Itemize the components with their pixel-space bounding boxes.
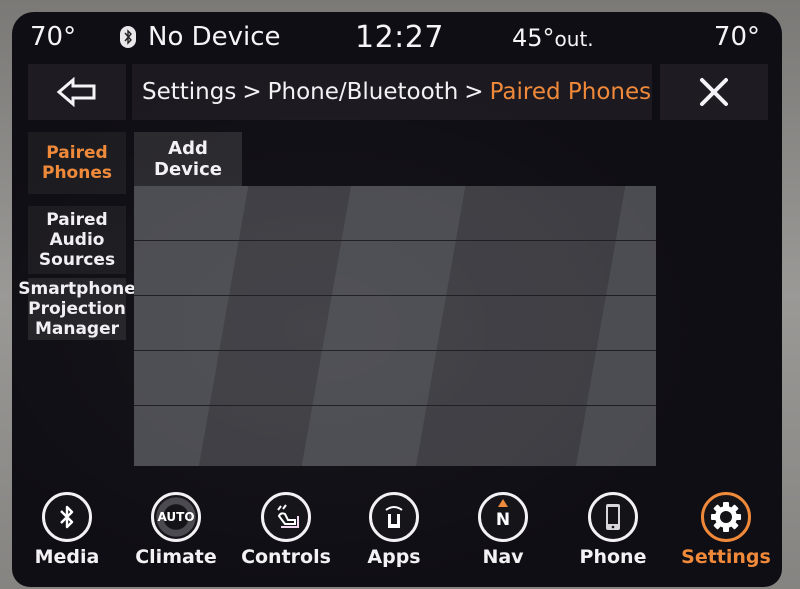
bluetooth-icon xyxy=(60,505,74,529)
breadcrumb-separator: > xyxy=(464,79,484,105)
nav-settings[interactable]: Settings xyxy=(676,488,776,568)
sidebar-item-label: Paired xyxy=(46,143,108,163)
nav-phone-circle xyxy=(588,492,638,542)
list-item[interactable] xyxy=(134,186,656,241)
sidebar-item-paired-phones[interactable]: Paired Phones xyxy=(28,132,126,194)
sidebar-item-label: Phones xyxy=(42,163,112,183)
sidebar-item-label: Sources xyxy=(38,250,116,270)
breadcrumb-paired-phones: Paired Phones xyxy=(489,79,652,105)
breadcrumb-settings: Settings xyxy=(142,79,237,105)
nav-apps-circle xyxy=(369,492,419,542)
gear-icon xyxy=(711,502,741,532)
sidebar-item-label: Paired xyxy=(46,210,108,230)
breadcrumb: Settings > Phone/Bluetooth > Paired Phon… xyxy=(132,64,652,120)
bluetooth-status-text: No Device xyxy=(148,22,281,52)
nav-label: Climate xyxy=(135,546,217,568)
nav-label: Controls xyxy=(241,546,331,568)
bottom-navigation: Media AUTO Climate Controls Apps N Nav P… xyxy=(12,488,782,587)
list-item[interactable] xyxy=(134,241,656,296)
nav-label: Nav xyxy=(482,546,524,568)
add-device-button[interactable]: Add Device xyxy=(134,132,242,186)
outside-temperature: 45°out. xyxy=(512,24,594,52)
list-item[interactable] xyxy=(134,296,656,351)
nav-label: Apps xyxy=(367,546,421,568)
compass-north-icon: N xyxy=(495,510,511,530)
arrow-left-icon xyxy=(56,77,96,107)
north-arrow-icon xyxy=(498,499,508,507)
clock: 12:27 xyxy=(355,20,444,55)
sidebar-item-label: Audio xyxy=(49,230,105,250)
nav-controls[interactable]: Controls xyxy=(236,488,336,568)
sidebar-item-label: Manager xyxy=(34,319,120,339)
sidebar-item-label: Projection xyxy=(28,299,126,319)
add-device-label: Device xyxy=(154,159,222,180)
seat-controls-icon xyxy=(277,504,299,528)
nav-nav-circle: N xyxy=(478,492,528,542)
add-device-label: Add xyxy=(168,138,208,159)
header-bar: Settings > Phone/Bluetooth > Paired Phon… xyxy=(28,64,768,120)
infotainment-screen: 70° No Device 12:27 45°out. 70° Settings… xyxy=(12,12,782,587)
sidebar-item-smartphone-projection-manager[interactable]: Smartphone Projection Manager xyxy=(18,278,136,340)
paired-device-list xyxy=(134,186,656,466)
nav-label: Phone xyxy=(579,546,647,568)
nav-phone[interactable]: Phone xyxy=(563,488,663,568)
driver-temperature[interactable]: 70° xyxy=(30,22,76,52)
nav-media-circle xyxy=(42,492,92,542)
status-bar: 70° No Device 12:27 45°out. 70° xyxy=(12,12,782,64)
sidebar-item-paired-audio-sources[interactable]: Paired Audio Sources xyxy=(28,206,126,274)
sidebar-item-label: Smartphone xyxy=(18,279,136,299)
smartphone-icon xyxy=(606,504,620,530)
outside-temp-suffix: out. xyxy=(554,27,594,51)
uconnect-apps-icon xyxy=(385,506,403,528)
breadcrumb-separator: > xyxy=(242,79,262,105)
bluetooth-icon xyxy=(120,26,136,48)
nav-climate-circle: AUTO xyxy=(151,492,201,542)
nav-settings-circle xyxy=(701,492,751,542)
bluetooth-status: No Device xyxy=(120,22,281,52)
back-button[interactable] xyxy=(28,64,126,120)
list-item[interactable] xyxy=(134,406,656,461)
nav-label: Settings xyxy=(681,546,771,568)
close-button[interactable] xyxy=(660,64,768,120)
climate-auto-icon: AUTO xyxy=(157,510,195,524)
nav-controls-circle xyxy=(261,492,311,542)
outside-temp-value: 45° xyxy=(512,24,555,52)
list-item[interactable] xyxy=(134,351,656,406)
passenger-temperature[interactable]: 70° xyxy=(714,22,760,52)
nav-climate[interactable]: AUTO Climate xyxy=(126,488,226,568)
close-icon xyxy=(700,78,728,106)
nav-nav[interactable]: N Nav xyxy=(453,488,553,568)
nav-apps[interactable]: Apps xyxy=(344,488,444,568)
breadcrumb-phone-bluetooth: Phone/Bluetooth xyxy=(267,79,459,105)
nav-media[interactable]: Media xyxy=(17,488,117,568)
nav-label: Media xyxy=(34,546,100,568)
